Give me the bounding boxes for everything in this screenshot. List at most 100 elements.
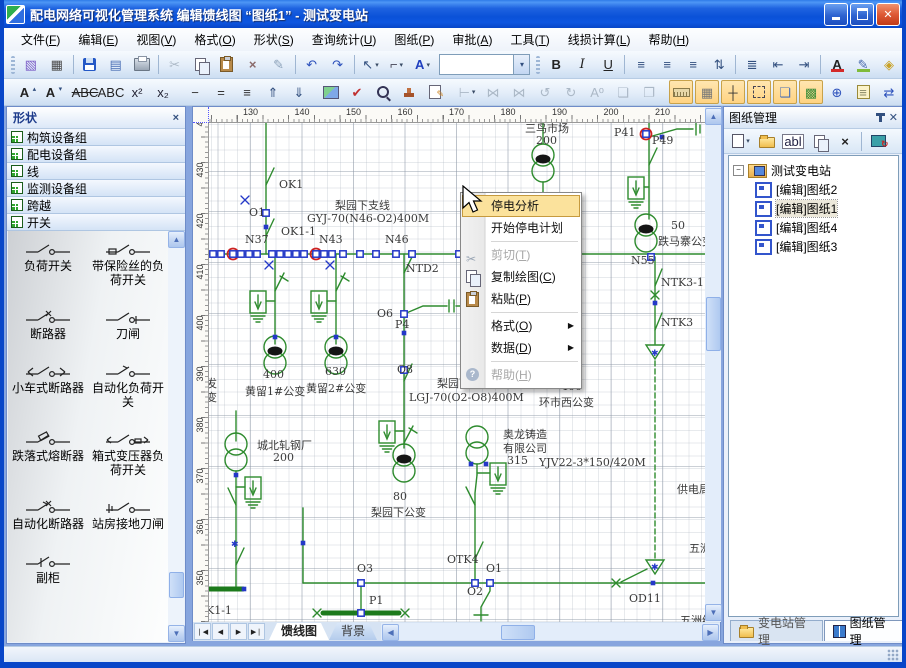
new-drawing-button[interactable]: ▾ xyxy=(729,129,753,153)
fill-color-button[interactable]: ◈ xyxy=(877,53,901,77)
prev-sheet-icon[interactable]: ◀ xyxy=(212,623,229,640)
undo-button[interactable]: ↶ xyxy=(300,53,324,77)
color-scheme-button[interactable]: ▩ xyxy=(799,80,823,104)
menu-item-o[interactable]: 格式(O) xyxy=(185,29,244,50)
scroll-thumb[interactable] xyxy=(706,297,721,351)
open-drawing-button[interactable] xyxy=(755,129,779,153)
format-brush-button[interactable]: ✎ xyxy=(267,53,291,77)
align-right-button[interactable]: ≡ xyxy=(681,53,705,77)
bullets-button[interactable]: ≣ xyxy=(740,53,764,77)
shape-item[interactable]: 副柜 xyxy=(8,553,88,585)
font-combo-input[interactable]: ▾ xyxy=(439,54,531,75)
shape-item[interactable]: 带保险丝的负荷开关 xyxy=(88,241,168,287)
panel-tab-1[interactable]: 变电站管理 xyxy=(730,620,823,641)
context-menu-item-5[interactable]: 粘贴(P) xyxy=(462,288,580,310)
approve-button[interactable]: ✔ xyxy=(345,80,369,104)
redo-button[interactable]: ↷ xyxy=(326,53,350,77)
title-bar[interactable]: 配电网络可视化管理系统 编辑馈线图 “图纸1” - 测试变电站 ✕ xyxy=(0,0,906,28)
insert-picture-button[interactable] xyxy=(319,80,343,104)
canvas-horizontal-scrollbar[interactable]: ◀ ▶ xyxy=(381,623,720,640)
selection-mode-button[interactable] xyxy=(747,80,771,104)
highlight-color-button[interactable] xyxy=(851,53,875,77)
panel-tab-2[interactable]: 图纸管理 xyxy=(824,620,903,641)
shape-item[interactable]: 小车式断路器 xyxy=(8,363,88,409)
shape-group-1[interactable]: 配电设备组 xyxy=(7,146,185,163)
space-after-button[interactable]: ⇓ xyxy=(287,80,311,104)
shape-item[interactable]: 自动化断路器 xyxy=(8,499,88,531)
scroll-down-icon[interactable]: ▼ xyxy=(705,604,722,621)
menu-item-a[interactable]: 审批(A) xyxy=(443,29,501,50)
shape-item[interactable]: 跌落式熔断器 xyxy=(8,431,88,477)
context-menu-item-1[interactable]: 开始停电计划 xyxy=(462,217,580,239)
edit-doc-button[interactable] xyxy=(423,80,447,104)
pointer-tool-button[interactable]: ↖▾ xyxy=(359,53,383,77)
menu-item-v[interactable]: 视图(V) xyxy=(127,29,185,50)
menu-item-s[interactable]: 形状(S) xyxy=(245,29,303,50)
strikethrough-button[interactable]: ABC xyxy=(73,80,97,104)
menu-item-u[interactable]: 查询统计(U) xyxy=(303,29,386,50)
menu-item-t[interactable]: 工具(T) xyxy=(501,29,558,50)
connector-style-button[interactable]: ⇄ xyxy=(877,80,901,104)
font-color-button[interactable] xyxy=(825,53,849,77)
search-doc-button[interactable] xyxy=(371,80,395,104)
connector-tool-button[interactable]: ⌐▾ xyxy=(385,53,409,77)
context-menu-item-8[interactable]: 数据(D)▶ xyxy=(462,337,580,359)
tree-item-drawing-4[interactable]: [编辑]图纸3 xyxy=(755,238,898,255)
data-table-button[interactable]: ▦ xyxy=(45,53,69,77)
shape-item[interactable]: 断路器 xyxy=(8,309,88,341)
panel-close-icon[interactable]: ✕ xyxy=(889,111,898,124)
clear-format-button[interactable]: ABC xyxy=(99,80,123,104)
stamp-button[interactable] xyxy=(397,80,421,104)
menu-item-f[interactable]: 文件(F) xyxy=(12,29,69,50)
scroll-down-icon[interactable]: ▼ xyxy=(168,625,185,642)
grow-font-button[interactable] xyxy=(15,80,39,104)
shape-group-4[interactable]: 跨越 xyxy=(7,197,185,214)
tree-expander-icon[interactable]: − xyxy=(733,165,744,176)
sync-drawing-button[interactable] xyxy=(866,129,890,153)
menu-item-h[interactable]: 帮助(H) xyxy=(639,29,698,50)
print-preview-button[interactable]: ▤ xyxy=(104,53,128,77)
pin-icon[interactable] xyxy=(879,113,882,122)
shapes-panel-close-icon[interactable]: × xyxy=(173,112,179,124)
tree-root-substation[interactable]: −测试变电站 xyxy=(733,162,898,179)
context-menu-item-4[interactable]: 复制绘图(C) xyxy=(462,266,580,288)
context-menu-item-7[interactable]: 格式(O)▶ xyxy=(462,315,580,337)
drawing-canvas[interactable]: ✱ ✱ ✱ 三鸟市场200P41P49OK1O1OK1-1梨园下支线GYJ-70… xyxy=(209,123,705,622)
indent-button[interactable]: ⇥ xyxy=(792,53,816,77)
close-button[interactable]: ✕ xyxy=(876,3,900,26)
shapes-scrollbar[interactable]: ▲ ▼ xyxy=(168,231,184,642)
pan-zoom-button[interactable]: ⊕ xyxy=(825,80,849,104)
outdent-button[interactable]: ⇤ xyxy=(766,53,790,77)
line-spacing-single-button[interactable]: − xyxy=(183,80,207,104)
shape-group-5[interactable]: 开关 xyxy=(7,214,185,231)
space-before-button[interactable]: ⇑ xyxy=(261,80,285,104)
menu-item-e[interactable]: 编辑(E) xyxy=(69,29,127,50)
sheet-tab-2[interactable]: 背景 xyxy=(329,623,377,640)
minimize-button[interactable] xyxy=(824,3,848,26)
paste-button[interactable] xyxy=(215,53,239,77)
tree-item-drawing-1[interactable]: [编辑]图纸2 xyxy=(755,181,898,198)
scroll-thumb[interactable] xyxy=(169,572,184,598)
shape-item[interactable]: 刀闸 xyxy=(88,309,168,341)
align-left-button[interactable]: ≡ xyxy=(629,53,653,77)
shape-group-2[interactable]: 线 xyxy=(7,163,185,180)
align-center-button[interactable]: ≡ xyxy=(655,53,679,77)
text-tool-button[interactable]: A▾ xyxy=(411,53,435,77)
export-drawing-button[interactable]: ▧ xyxy=(19,53,43,77)
delete-button[interactable]: × xyxy=(241,53,265,77)
shape-group-0[interactable]: 构筑设备组 xyxy=(7,129,185,146)
toolbar-grip[interactable] xyxy=(11,56,15,74)
resize-grip[interactable] xyxy=(887,649,899,661)
properties-button[interactable]: ≡ xyxy=(851,80,875,104)
line-spacing-double-button[interactable]: = xyxy=(209,80,233,104)
combo-dropdown-icon[interactable]: ▾ xyxy=(513,55,529,74)
bold-button[interactable]: B xyxy=(544,53,568,77)
delete-drawing-button[interactable]: × xyxy=(833,129,857,153)
guides-toggle-button[interactable]: ┼ xyxy=(721,80,745,104)
tree-item-drawing-2[interactable]: [编辑]图纸1 xyxy=(755,200,898,217)
canvas-vertical-scrollbar[interactable]: ▲ ▼ xyxy=(705,107,721,622)
scroll-right-icon[interactable]: ▶ xyxy=(702,624,719,641)
scroll-up-icon[interactable]: ▲ xyxy=(168,231,185,248)
toolbar-grip[interactable] xyxy=(536,56,540,74)
first-sheet-icon[interactable]: ❘◀ xyxy=(194,623,211,640)
